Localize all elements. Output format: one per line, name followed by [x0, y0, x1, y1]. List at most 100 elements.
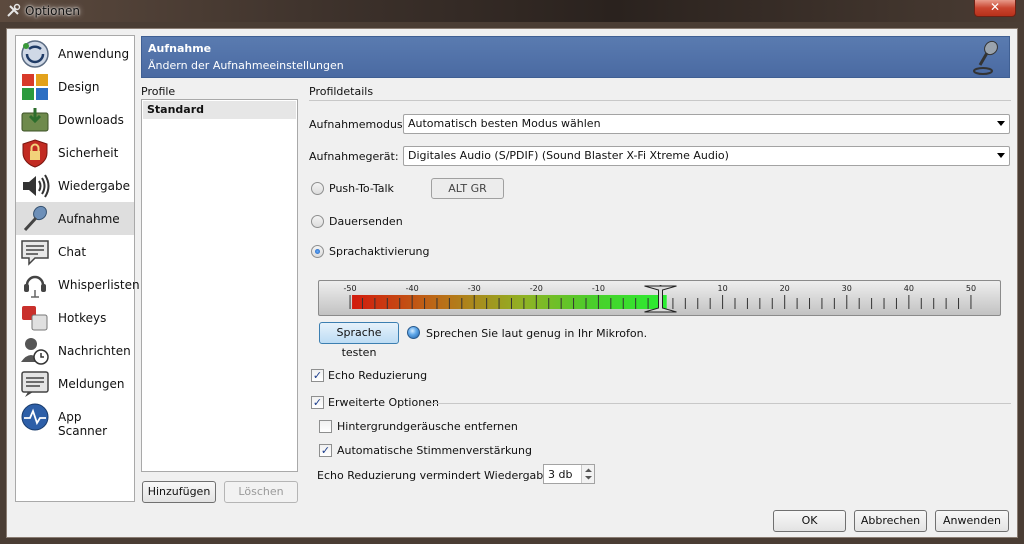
checkmark-icon: ✓ — [312, 369, 323, 382]
noise-suppression-checkbox[interactable] — [319, 420, 332, 433]
recording-device-select[interactable]: Digitales Audio (S/PDIF) (Sound Blaster … — [403, 146, 1010, 166]
echo-reduce-amount-stepper[interactable]: 3 db — [543, 464, 595, 484]
echo-reduce-amount-value: 3 db — [548, 468, 573, 481]
sidebar-item-meldungen[interactable]: Meldungen — [16, 367, 134, 400]
details-separator — [309, 100, 1011, 101]
push-to-talk-hotkey-button[interactable]: ALT GR — [431, 178, 504, 199]
ok-button[interactable]: OK — [773, 510, 846, 532]
lock-shield-icon — [22, 139, 48, 168]
sidebar-item-aufnahme[interactable]: Aufnahme — [16, 202, 134, 235]
cancel-button[interactable]: Abbrechen — [854, 510, 927, 532]
sidebar-item-label: Chat — [58, 245, 87, 259]
auto-gain-label: Automatische Stimmenverstärkung — [337, 444, 532, 457]
profile-details-label: Profildetails — [309, 85, 374, 98]
profiles-label: Profile — [141, 85, 176, 98]
page-header: Aufnahme Ändern der Aufnahmeeinstellunge… — [141, 36, 1010, 78]
sidebar-item-design[interactable]: Design — [16, 70, 134, 103]
recording-mode-select[interactable]: Automatisch besten Modus wählen — [403, 114, 1010, 134]
auto-gain-checkbox[interactable]: ✓ — [319, 444, 332, 457]
meter-tick-label: -20 — [530, 284, 543, 293]
category-sidebar: Anwendung Design Downloads Sicherheit Wi… — [15, 35, 140, 502]
voice-activation-label: Sprachaktivierung — [329, 245, 430, 258]
meter-tick-label: -10 — [592, 284, 605, 293]
delete-profile-button[interactable]: Löschen — [224, 481, 298, 503]
chevron-down-icon — [997, 121, 1005, 126]
user-clock-icon — [21, 338, 49, 365]
sidebar-item-label: Wiedergabe — [58, 179, 131, 193]
advanced-options-label: Erweiterte Optionen — [328, 396, 439, 409]
sidebar-item-hotkeys[interactable]: Hotkeys — [16, 301, 134, 334]
push-to-talk-radio[interactable] — [311, 182, 324, 195]
sidebar-item-label: App Scanner — [58, 410, 108, 438]
meter-tick-label: 10 — [717, 284, 727, 293]
apply-button[interactable]: Anwenden — [935, 510, 1009, 532]
echo-reduction-checkbox[interactable]: ✓ — [311, 369, 324, 382]
close-icon: ✕ — [989, 0, 1001, 14]
test-hint-text: Sprechen Sie laut genug in Ihr Mikrofon. — [426, 327, 648, 340]
color-palette-icon — [22, 74, 48, 100]
up-down-arrows-icon — [585, 468, 592, 480]
continuous-transmission-label: Dauersenden — [329, 215, 403, 228]
tools-icon — [7, 3, 21, 17]
checkmark-icon: ✓ — [320, 444, 331, 457]
profiles-list[interactable]: Standard — [141, 99, 298, 472]
echo-reduction-label: Echo Reduzierung — [328, 369, 428, 382]
sidebar-item-label: Nachrichten — [58, 344, 131, 358]
title-bar[interactable]: Optionen ✕ — [0, 0, 1024, 22]
add-profile-button[interactable]: Hinzufügen — [142, 481, 216, 503]
recording-device-value: Digitales Audio (S/PDIF) (Sound Blaster … — [408, 149, 729, 162]
meter-tick-label: -50 — [344, 284, 357, 293]
meter-tick-label: -30 — [468, 284, 481, 293]
page-subtitle: Ändern der Aufnahmeeinstellungen — [148, 59, 344, 72]
advanced-separator — [429, 403, 1011, 404]
recording-mode-label: Aufnahmemodus: — [309, 118, 407, 131]
keys-icon — [22, 306, 48, 331]
sidebar-item-label: Anwendung — [58, 47, 130, 61]
sidebar-item-anwendung[interactable]: Anwendung — [16, 37, 134, 70]
meter-tick-label: -40 — [406, 284, 419, 293]
teamspeak-logo-icon — [21, 40, 49, 68]
sidebar-item-label: Hotkeys — [58, 311, 107, 325]
sidebar-item-sicherheit[interactable]: Sicherheit — [16, 136, 134, 169]
checkmark-icon: ✓ — [312, 396, 323, 409]
chat-bubble-icon — [21, 240, 49, 266]
noise-suppression-label: Hintergrundgeräusche entfernen — [337, 420, 518, 433]
stepper-arrows[interactable] — [581, 465, 594, 483]
voice-level-meter[interactable]: -50-40-30-20-1001020304050 — [318, 280, 1001, 316]
push-to-talk-label: Push-To-Talk — [329, 182, 394, 195]
test-voice-button[interactable]: Sprache testen — [319, 322, 399, 359]
sidebar-item-wiedergabe[interactable]: Wiedergabe — [16, 169, 134, 202]
sidebar-item-chat[interactable]: Chat — [16, 235, 134, 268]
meter-tick-label: 40 — [904, 284, 914, 293]
sidebar-item-app-scanner[interactable]: App Scanner — [16, 400, 134, 438]
sidebar-item-label: Design — [58, 80, 100, 94]
window-title: Optionen — [25, 4, 81, 18]
notification-icon — [21, 371, 49, 397]
microphone-icon — [973, 40, 998, 75]
sidebar-item-downloads[interactable]: Downloads — [16, 103, 134, 136]
sidebar-item-label: Whisperlisten — [58, 278, 140, 292]
chevron-down-icon — [997, 153, 1005, 158]
sidebar-item-nachrichten[interactable]: Nachrichten — [16, 334, 134, 367]
echo-reduce-amount-label: Echo Reduzierung vermindert Wiedergabe u… — [317, 469, 575, 482]
meter-tick-label: 30 — [842, 284, 852, 293]
dialog-client: Anwendung Design Downloads Sicherheit Wi… — [6, 28, 1018, 538]
recording-device-label: Aufnahmegerät: — [309, 150, 399, 163]
microphone-icon — [23, 205, 47, 232]
meter-tick-label: 50 — [966, 284, 976, 293]
advanced-options-checkbox[interactable]: ✓ — [311, 396, 324, 409]
sidebar-item-label: Meldungen — [58, 377, 125, 391]
meter-tick-label: 20 — [780, 284, 790, 293]
status-led-icon — [407, 326, 420, 339]
speaker-icon — [23, 174, 50, 198]
list-item[interactable]: Standard — [143, 101, 296, 119]
voice-activation-radio[interactable] — [311, 245, 324, 258]
sidebar-item-whisperlisten[interactable]: Whisperlisten — [16, 268, 140, 301]
continuous-transmission-radio[interactable] — [311, 215, 324, 228]
options-window: Optionen ✕ Anwendung Design Downloads Si… — [0, 0, 1024, 544]
page-title: Aufnahme — [148, 42, 212, 55]
meter-scale: -50-40-30-20-1001020304050 — [344, 284, 976, 313]
recording-mode-value: Automatisch besten Modus wählen — [408, 117, 601, 130]
close-button[interactable]: ✕ — [974, 0, 1016, 17]
headset-icon — [24, 275, 46, 298]
